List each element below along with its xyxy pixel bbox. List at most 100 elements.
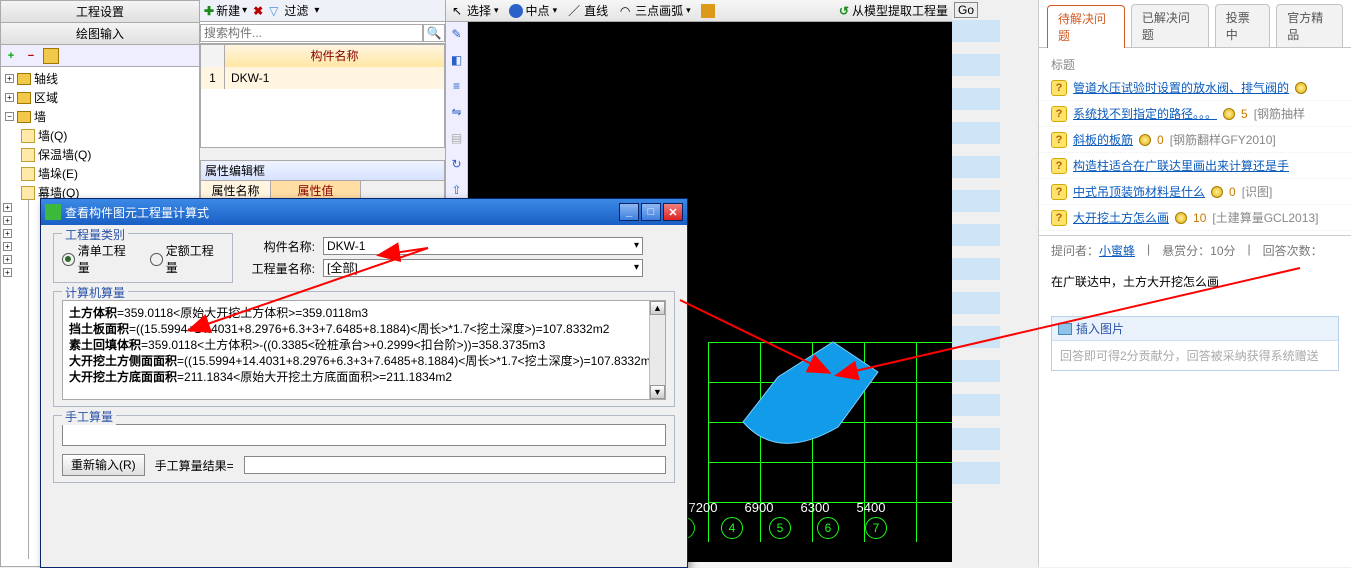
coin-icon [1211, 186, 1223, 198]
tab-solved[interactable]: 已解决问题 [1131, 4, 1209, 47]
search-button[interactable]: 🔍 [423, 24, 445, 42]
shift-icon[interactable]: ⇧ [449, 182, 465, 198]
axis-bubbles: 3 4 5 6 7 [673, 517, 887, 539]
scroll-down-icon[interactable]: ▼ [650, 385, 665, 399]
question-mark-icon: ? [1051, 132, 1067, 148]
computer-calc-legend: 计算机算量 [62, 284, 128, 301]
radio-list-qty[interactable]: 清单工程量 [62, 242, 136, 276]
manual-formula-input[interactable] [62, 424, 666, 446]
nav-tree[interactable]: +轴线 +区域 −墙 墙(Q) 保温墙(Q) 墙垛(E) 幕墙(Q) [1, 67, 199, 204]
components-toolbar: ✚新建▾ ✖ ▽ 过滤▾ [200, 0, 445, 22]
expand-icon[interactable]: + [3, 255, 12, 264]
qty-formula-dialog: 查看构件图元工程量计算式 _ □ ✕ 工程量类别 清单工程量 定额工程量 构件名… [40, 198, 688, 568]
scrollbar[interactable]: ▲ ▼ [649, 301, 665, 399]
magnifier-icon: 🔍 [427, 26, 442, 40]
manual-result-field[interactable] [244, 456, 666, 474]
maximize-button[interactable]: □ [641, 203, 661, 221]
filter-button[interactable]: 过滤 [284, 2, 308, 19]
tool-midpoint[interactable]: 中点▾ [509, 2, 558, 19]
re-enter-button[interactable]: 重新输入(R) [62, 454, 145, 476]
folder-icon[interactable] [43, 48, 59, 64]
tree-item-axes[interactable]: 轴线 [34, 70, 58, 87]
left-header-drawinput[interactable]: 绘图输入 [1, 23, 199, 45]
dimension-labels: 7200690063005400 [678, 500, 896, 515]
tree-item-wall-pier[interactable]: 墙垛(E) [38, 165, 78, 182]
expand-icon[interactable]: + [3, 229, 12, 238]
coin-icon [1175, 212, 1187, 224]
tab-featured[interactable]: 官方精品 [1276, 4, 1343, 47]
expand-icon[interactable]: + [3, 216, 12, 225]
tab-voting[interactable]: 投票中 [1215, 4, 1271, 47]
left-header-project[interactable]: 工程设置 [1, 1, 199, 23]
delete-icon[interactable]: ✖ [253, 4, 263, 18]
align-icon[interactable]: ≡ [449, 78, 465, 94]
quantity-name-label: 工程量名称: [245, 260, 315, 277]
radio-quota-qty[interactable]: 定额工程量 [150, 242, 224, 276]
wall-icon [21, 167, 35, 181]
question-item[interactable]: ? 大开挖土方怎么画10[土建算量GCL2013] [1039, 205, 1351, 231]
question-item[interactable]: ? 管道水压试验时设置的放水阀、排气阀的 [1039, 75, 1351, 101]
question-item[interactable]: ? 斜板的板筋0[钢筋翻样GFY2010] [1039, 127, 1351, 153]
expand-icon[interactable]: + [3, 203, 12, 212]
expand-icon[interactable]: + [3, 242, 12, 251]
formula-output[interactable]: 土方体积=359.0118<原始大开挖土方体积>=359.0118m3 挡土板面… [62, 300, 666, 400]
quantity-name-select[interactable]: [全部]▾ [323, 259, 643, 277]
column-header-name[interactable]: 构件名称 [225, 45, 444, 67]
qty-category-legend: 工程量类别 [62, 226, 128, 243]
funnel-icon[interactable]: ▽ [269, 4, 278, 18]
wall-icon [21, 186, 35, 200]
component-cell[interactable]: DKW-1 [225, 67, 444, 89]
canvas-toolbar: ↖选择▾ 中点▾ ／直线 ◠三点画弧▾ ↺从模型提取工程量 [446, 0, 952, 22]
insert-image-link[interactable]: 插入图片 [1076, 320, 1124, 337]
new-button[interactable]: ✚新建▾ [204, 2, 247, 19]
question-mark-icon: ? [1051, 184, 1067, 200]
question-item[interactable]: ? 系统找不到指定的路径。。。5[钢筋抽样 [1039, 101, 1351, 127]
question-item[interactable]: ? 中式吊顶装饰材料是什么0[识图] [1039, 179, 1351, 205]
tool-line[interactable]: ／直线 [567, 2, 608, 19]
tree-toolbar: + − [1, 45, 199, 67]
tool-arc3[interactable]: ◠三点画弧▾ [618, 2, 691, 19]
minimize-button[interactable]: _ [619, 203, 639, 221]
mirror-icon[interactable]: ⇋ [449, 104, 465, 120]
insert-image-panel: 插入图片 回答即可得2分贡献分，回答被采纳获得系统赠送 [1051, 316, 1339, 371]
excavation-shape[interactable] [738, 332, 888, 452]
dialog-title: 查看构件图元工程量计算式 [65, 204, 619, 221]
wall-icon [21, 148, 35, 162]
tree-item-wall[interactable]: 墙 [34, 108, 46, 125]
tree-item-insul-wall[interactable]: 保温墙(Q) [38, 146, 91, 163]
table-row[interactable]: 1 DKW-1 [201, 67, 444, 89]
question-detail-text: 在广联达中，土方大开挖怎么画 [1039, 265, 1351, 298]
coin-icon [1139, 134, 1151, 146]
go-button[interactable]: Go [954, 2, 978, 18]
scroll-up-icon[interactable]: ▲ [650, 301, 665, 315]
component-name-label: 构件名称: [245, 238, 315, 255]
coin-icon [1295, 82, 1307, 94]
question-item[interactable]: ? 构造柱适合在广联达里画出来计算还是手 [1039, 153, 1351, 179]
extract-from-model[interactable]: ↺从模型提取工程量 [839, 2, 948, 19]
coin-icon [1223, 108, 1235, 120]
collapse-icon[interactable]: − [5, 112, 14, 121]
rotate-icon[interactable]: ↻ [449, 156, 465, 172]
question-mark-icon: ? [1051, 158, 1067, 174]
folder-icon [17, 73, 31, 85]
question-mark-icon: ? [1051, 210, 1067, 226]
tree-item-wall-q[interactable]: 墙(Q) [38, 127, 67, 144]
row-index: 1 [201, 67, 225, 89]
tree-remove-icon[interactable]: − [23, 48, 39, 64]
component-name-select[interactable]: DKW-1▾ [323, 237, 643, 255]
tool-rect-icon[interactable] [701, 4, 715, 18]
asker-link[interactable]: 小蜜蜂 [1099, 244, 1135, 258]
tool-select[interactable]: ↖选择▾ [450, 2, 499, 19]
component-search-input[interactable] [200, 24, 423, 42]
tree-item-area[interactable]: 区域 [34, 89, 58, 106]
close-button[interactable]: ✕ [663, 203, 683, 221]
tree-add-icon[interactable]: + [3, 48, 19, 64]
expand-icon[interactable]: + [5, 74, 14, 83]
expand-icon[interactable]: + [3, 268, 12, 277]
folder-icon [17, 111, 31, 123]
fill-icon[interactable]: ◧ [449, 52, 465, 68]
expand-icon[interactable]: + [5, 93, 14, 102]
tab-pending[interactable]: 待解决问题 [1047, 5, 1125, 48]
brush-icon[interactable]: ✎ [449, 26, 465, 42]
hatch-icon[interactable]: ▤ [449, 130, 465, 146]
